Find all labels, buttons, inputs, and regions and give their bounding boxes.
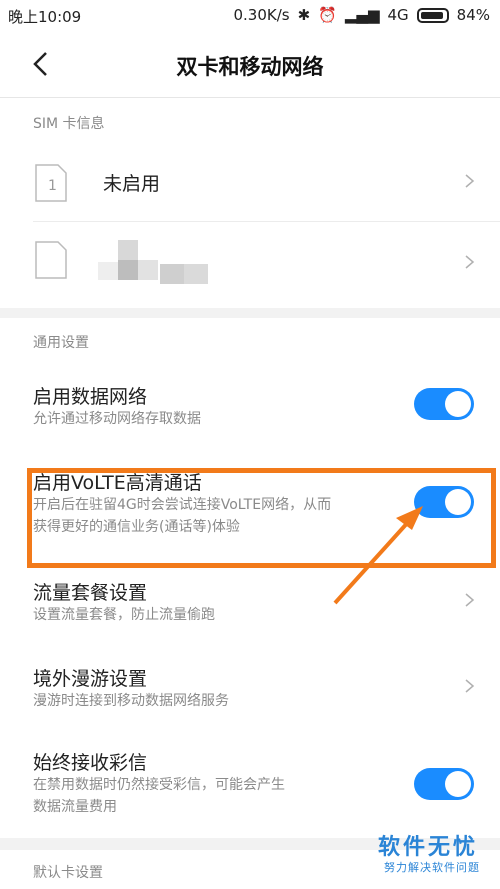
signal-icon: ▂▄▆ [344, 6, 380, 24]
chevron-right-icon [465, 255, 475, 269]
setting-mms[interactable]: 始终接收彩信 在禁用数据时仍然接受彩信，可能会产生 数据流量费用 [0, 734, 500, 838]
section-gap [0, 308, 500, 318]
section-header-default: 默认卡设置 [33, 865, 103, 881]
setting-data-plan[interactable]: 流量套餐设置 设置流量套餐，防止流量偷跑 [0, 562, 500, 648]
setting-title: 始终接收彩信 [33, 752, 148, 774]
battery-icon [416, 7, 449, 23]
bluetooth-icon: ✱ [297, 6, 311, 24]
setting-title: 流量套餐设置 [33, 582, 148, 604]
general-section: 通用设置 启用数据网络 允许通过移动网络存取数据 启用VoLTE高清通话 开启后… [0, 318, 500, 838]
section-header-sim: SIM 卡信息 [33, 116, 105, 132]
setting-subtitle-line2: 数据流量费用 [33, 799, 117, 815]
data-network-toggle[interactable] [414, 388, 474, 420]
sim-section: SIM 卡信息 1 未启用 [0, 98, 500, 308]
highlight-box [27, 468, 496, 568]
battery-level: 84% [456, 6, 490, 24]
setting-title: 境外漫游设置 [33, 668, 148, 690]
page-title: 双卡和移动网络 [176, 55, 324, 79]
sim-row-1[interactable]: 1 未启用 [0, 143, 500, 221]
sim-card-icon [35, 241, 67, 279]
sim-card-icon: 1 [35, 164, 67, 202]
setting-subtitle: 允许通过移动网络存取数据 [33, 411, 201, 427]
setting-subtitle: 漫游时连接到移动数据网络服务 [33, 693, 229, 709]
status-bar: 晚上10:09 0.30K/s ✱ ⏰ ▂▄▆ 4G 84% [0, 0, 500, 32]
watermark-tagline: 努力解决软件问题 [384, 861, 480, 874]
chevron-right-icon [465, 174, 475, 188]
alarm-off-icon: ⏰ [318, 6, 337, 24]
sim-row-2[interactable] [0, 222, 500, 302]
chevron-right-icon [465, 679, 475, 693]
sim-1-name: 未启用 [103, 173, 161, 195]
chevron-right-icon [465, 593, 475, 607]
network-type: 4G [387, 6, 409, 24]
mms-toggle[interactable] [414, 768, 474, 800]
setting-roaming[interactable]: 境外漫游设置 漫游时连接到移动数据网络服务 [0, 648, 500, 734]
status-time: 晚上10:09 [8, 8, 82, 26]
watermark-brand: 软件无忧 [377, 835, 478, 860]
section-header-general: 通用设置 [33, 335, 89, 351]
setting-title: 启用数据网络 [33, 386, 148, 408]
setting-data-network[interactable]: 启用数据网络 允许通过移动网络存取数据 [0, 364, 500, 452]
app-bar: 双卡和移动网络 [0, 32, 500, 98]
status-icons: 0.30K/s ✱ ⏰ ▂▄▆ 4G 84% [234, 6, 491, 24]
setting-subtitle-line1: 在禁用数据时仍然接受彩信，可能会产生 [33, 777, 285, 793]
setting-subtitle: 设置流量套餐，防止流量偷跑 [33, 607, 215, 623]
svg-text:1: 1 [48, 178, 57, 194]
network-speed: 0.30K/s [233, 6, 290, 24]
